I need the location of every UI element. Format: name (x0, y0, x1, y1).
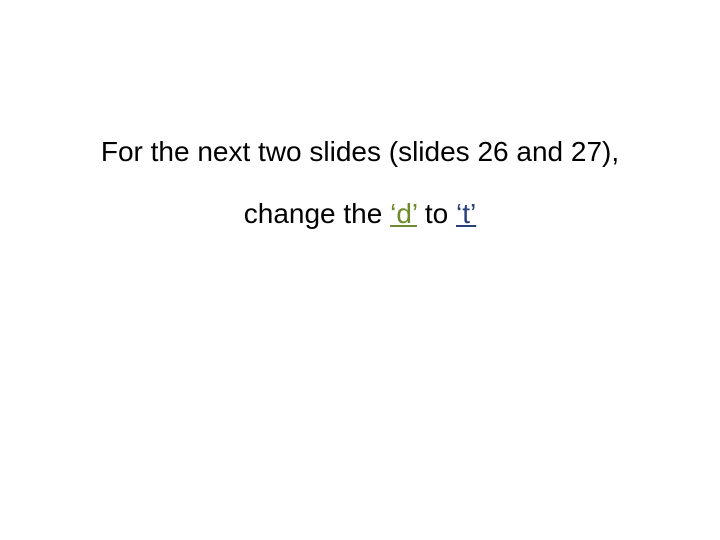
instruction-line-1-text: For the next two slides (slides 26 and 2… (101, 136, 619, 167)
instruction-line-1: For the next two slides (slides 26 and 2… (0, 136, 720, 168)
instruction-line-2-middle: to (417, 198, 456, 229)
letter-d: ‘d’ (390, 198, 417, 229)
slide: For the next two slides (slides 26 and 2… (0, 0, 720, 540)
letter-t: ‘t’ (456, 198, 476, 229)
instruction-line-2: change the ‘d’ to ‘t’ (0, 198, 720, 230)
instruction-line-2-prefix: change the (244, 198, 390, 229)
